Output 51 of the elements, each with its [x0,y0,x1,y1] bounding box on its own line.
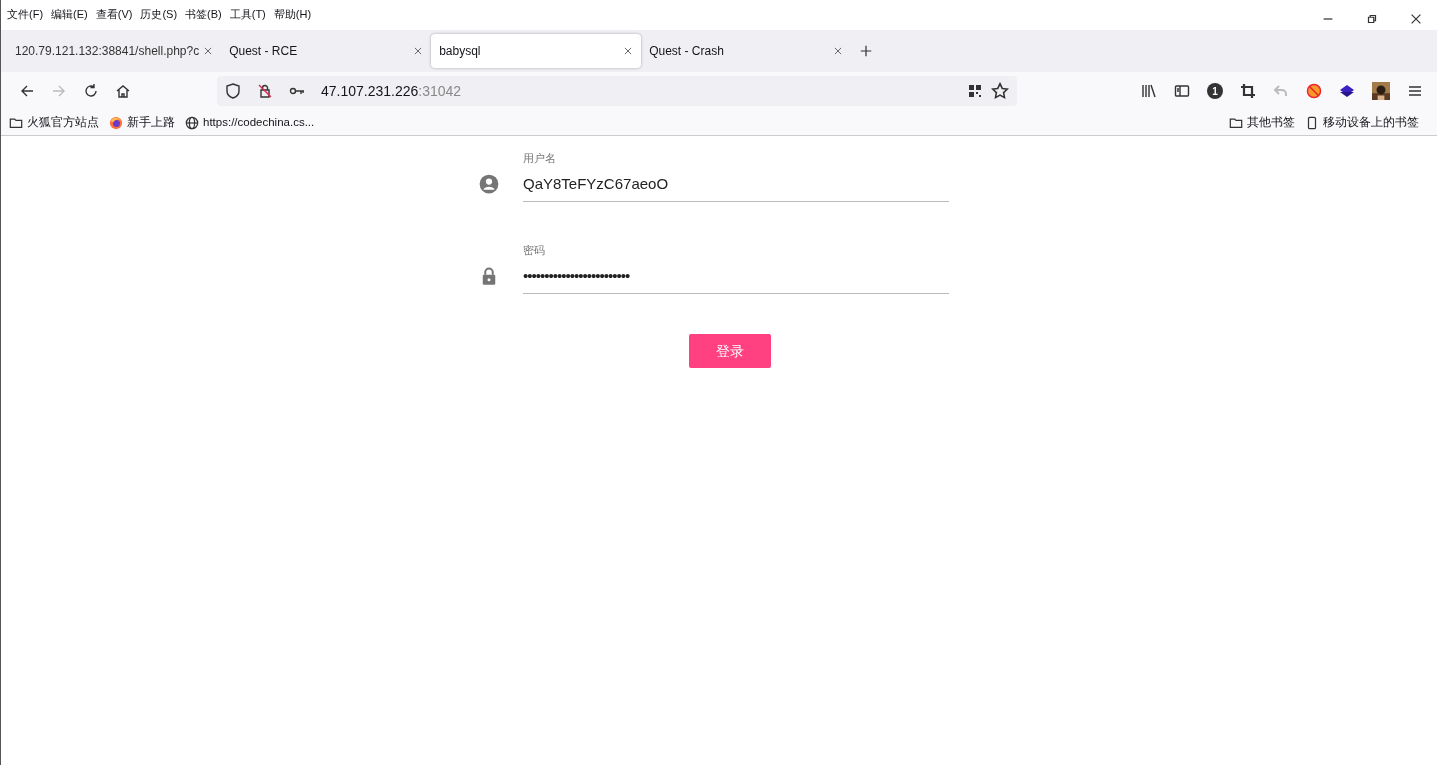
menu-item[interactable]: 编辑(E) [51,0,88,28]
url-text: 47.107.231.226 [321,82,419,99]
close-icon[interactable] [623,46,634,56]
close-icon[interactable] [1409,12,1423,26]
phone-icon [1305,115,1319,130]
forward-icon [51,83,67,99]
badge-icon[interactable]: 1 [1207,83,1223,99]
menu-item[interactable]: 书签(B) [185,0,222,28]
menu-item[interactable]: 工具(T) [229,0,266,28]
diamond-icon[interactable] [1339,83,1355,99]
firefox-icon [109,115,123,130]
url-port: :31042 [418,82,462,99]
tab[interactable]: Quest - Crash [641,34,852,68]
close-icon[interactable] [833,46,844,56]
close-icon[interactable] [203,46,214,56]
crop-icon[interactable] [1240,83,1256,99]
field-label: 用户名 [523,151,557,166]
tab[interactable]: Quest - RCE [221,34,432,68]
home-icon [115,83,131,99]
new-tab-icon[interactable] [859,44,874,58]
globe-icon [185,115,199,130]
folder-icon [9,115,23,130]
lock-icon [257,83,273,99]
address-bar[interactable]: 47.107.231.226:31042 [217,76,1017,106]
tab[interactable]: babysql [431,34,642,68]
star-icon[interactable] [991,82,1009,100]
menu-item[interactable]: 查看(V) [95,0,133,28]
bookmark-folder[interactable]: 其他书签 [1229,113,1295,132]
reload-icon [83,83,99,99]
bookmark-folder[interactable]: 移动设备上的书签 [1305,113,1419,132]
restore-icon[interactable] [1365,12,1379,26]
library-icon[interactable] [1141,83,1157,99]
back-icon [19,83,35,99]
field-label: 密码 [523,243,546,258]
password-field[interactable]: ••••••••••••••••••••••••• [523,262,949,294]
close-icon[interactable] [413,46,424,56]
menu-icon[interactable] [1407,83,1423,99]
menu-item[interactable]: 文件(F) [7,0,44,28]
bookmark[interactable]: 火狐官方站点 [9,113,99,132]
username-field[interactable]: QaY8TeFYzC67aeoO [523,170,949,202]
tab[interactable]: 120.79.121.132:38841/shell.php?c [7,34,222,68]
qr-code-icon[interactable] [967,83,983,99]
bookmark[interactable]: https://codechina.cs... [185,113,315,132]
bookmark[interactable]: 新手上路 [109,113,175,132]
menu-item[interactable]: 帮助(H) [273,0,312,28]
folder-icon [1229,115,1243,130]
menu-item[interactable]: 历史(S) [140,0,178,28]
sidebar-icon[interactable] [1174,83,1190,99]
account-icon [479,174,499,194]
shield-icon [225,83,241,99]
blocked-extension-icon[interactable] [1306,83,1322,99]
